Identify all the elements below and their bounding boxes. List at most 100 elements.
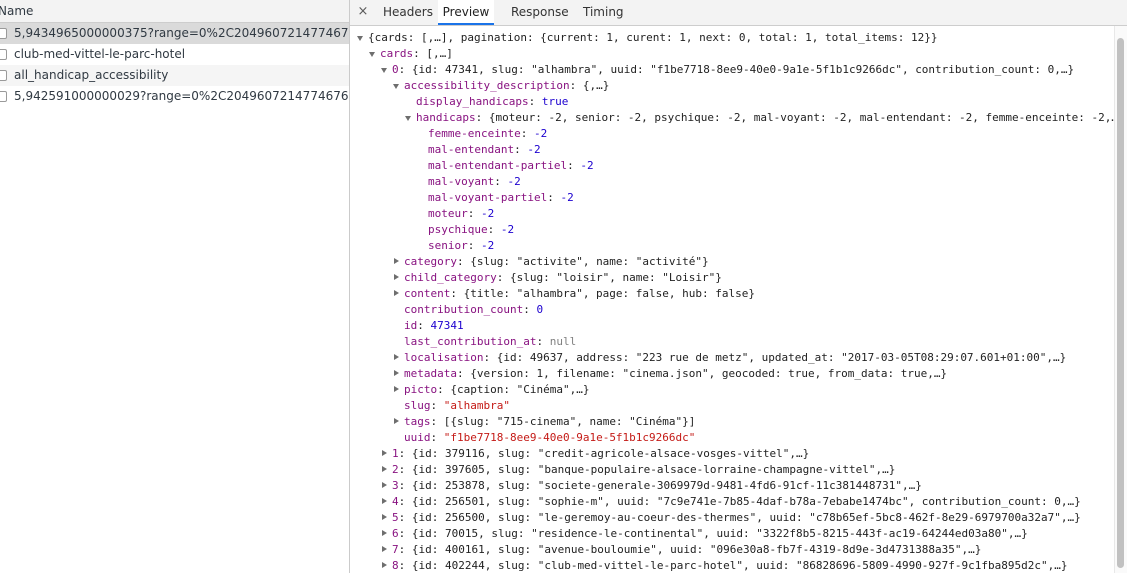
card-field-metadata[interactable]: metadata: {version: 1, filename: "cinema…	[350, 366, 1127, 382]
json-summary: {moteur: -2, senior: -2, psychique: -2, …	[488, 111, 1125, 124]
card-node[interactable]: 1: {id: 379116, slug: "credit-agricole-a…	[350, 446, 1127, 462]
handicap-line: psychique: -2	[350, 222, 1127, 238]
tree-line-content: content: {title: "alhambra", page: false…	[404, 286, 755, 302]
scrollbar-thumb[interactable]	[1117, 38, 1124, 568]
tree-line-content: 1: {id: 379116, slug: "credit-agricole-a…	[392, 446, 809, 462]
request-file-icon	[0, 28, 7, 39]
request-list: 5,9434965000000375?range=0%2C20496072147…	[0, 23, 349, 107]
token: :	[456, 367, 471, 380]
tab-response[interactable]: Response	[511, 0, 571, 25]
json-key: 7	[392, 543, 399, 556]
expanded-triangle-icon[interactable]	[381, 62, 389, 78]
collapsed-triangle-icon[interactable]	[381, 558, 389, 573]
card-0-node[interactable]: 0: {id: 47341, slug: "alhambra", uuid: "…	[350, 62, 1127, 78]
collapsed-triangle-icon[interactable]	[393, 414, 401, 430]
card-node[interactable]: 2: {id: 397605, slug: "banque-populaire-…	[350, 462, 1127, 478]
tree-line-content: tags: [{slug: "715-cinema", name: "Ciném…	[404, 414, 695, 430]
collapsed-triangle-icon[interactable]	[393, 382, 401, 398]
request-row[interactable]: all_handicap_accessibility	[0, 65, 349, 86]
tab-timing[interactable]: Timing	[583, 0, 628, 25]
json-summary: {id: 400161, slug: "avenue-bouloumie", u…	[411, 543, 982, 556]
card-field-category[interactable]: category: {slug: "activite", name: "acti…	[350, 254, 1127, 270]
tree-line-content: 2: {id: 397605, slug: "banque-populaire-…	[392, 462, 895, 478]
card-field-contribution_count: contribution_count: 0	[350, 302, 1127, 318]
json-summary: {caption: "Cinéma",…}	[450, 383, 590, 396]
json-key: cards	[380, 47, 414, 60]
collapsed-triangle-icon[interactable]	[381, 478, 389, 494]
card-field-localisation[interactable]: localisation: {id: 49637, address: "223 …	[350, 350, 1127, 366]
tab-headers[interactable]: Headers	[383, 0, 433, 25]
json-summary: {slug: "activite", name: "activité"}	[470, 255, 709, 268]
collapsed-triangle-icon[interactable]	[393, 254, 401, 270]
collapsed-triangle-icon[interactable]	[393, 286, 401, 302]
collapsed-triangle-icon[interactable]	[381, 510, 389, 526]
expanded-triangle-icon[interactable]	[405, 110, 413, 126]
card-node[interactable]: 8: {id: 402244, slug: "club-med-vittel-l…	[350, 558, 1127, 573]
token: :	[413, 47, 427, 60]
preview-scrollbar[interactable]	[1114, 26, 1127, 573]
card-field-picto[interactable]: picto: {caption: "Cinéma",…}	[350, 382, 1127, 398]
json-value: 0	[536, 303, 544, 316]
json-value: "f1be7718-8ee9-40e0-9a1e-5f1b1c9266dc"	[443, 431, 696, 444]
request-row[interactable]: 5,942591000000029?range=0%2C204960721477…	[0, 86, 349, 107]
request-row[interactable]: club-med-vittel-le-parc-hotel	[0, 44, 349, 65]
json-summary: {id: 397605, slug: "banque-populaire-als…	[411, 463, 896, 476]
tree-line-content: 0: {id: 47341, slug: "alhambra", uuid: "…	[392, 62, 1074, 78]
collapsed-triangle-icon[interactable]	[393, 270, 401, 286]
json-value: true	[541, 95, 569, 108]
card-field-uuid: uuid: "f1be7718-8ee9-40e0-9a1e-5f1b1c926…	[350, 430, 1127, 446]
tree-line-content: 4: {id: 256501, slug: "sophie-m", uuid: …	[392, 494, 1081, 510]
root-node[interactable]: {cards: [,…], pagination: {current: 1, c…	[350, 30, 1127, 46]
handicaps-node[interactable]: handicaps: {moteur: -2, senior: -2, psyc…	[350, 110, 1127, 126]
token: :	[467, 239, 481, 252]
json-value: -2	[533, 127, 548, 140]
token: :	[487, 223, 501, 236]
json-key: localisation	[404, 351, 484, 364]
tab-preview[interactable]: Preview	[438, 0, 494, 25]
collapsed-triangle-icon[interactable]	[393, 366, 401, 382]
collapsed-triangle-icon[interactable]	[381, 526, 389, 542]
json-key: tags	[404, 415, 431, 428]
expanded-triangle-icon[interactable]	[357, 30, 365, 46]
tree-line-content: cards: [,…]	[380, 46, 453, 62]
json-key: contribution_count	[404, 303, 524, 316]
card-node[interactable]: 3: {id: 253878, slug: "societe-generale-…	[350, 478, 1127, 494]
request-name: club-med-vittel-le-parc-hotel	[14, 47, 186, 61]
json-summary: {version: 1, filename: "cinema.json", ge…	[470, 367, 948, 380]
tree-line-content: psychique: -2	[428, 222, 514, 238]
collapsed-triangle-icon[interactable]	[381, 446, 389, 462]
card-field-content[interactable]: content: {title: "alhambra", page: false…	[350, 286, 1127, 302]
token: :	[496, 271, 510, 284]
handicap-line: mal-entendant-partiel: -2	[350, 158, 1127, 174]
request-row[interactable]: 5,9434965000000375?range=0%2C20496072147…	[0, 23, 349, 44]
token: :	[450, 287, 464, 300]
card-node[interactable]: 6: {id: 70015, slug: "residence-le-conti…	[350, 526, 1127, 542]
name-column-label: Name	[0, 4, 34, 18]
collapsed-triangle-icon[interactable]	[393, 350, 401, 366]
card-node[interactable]: 5: {id: 256500, slug: "le-geremoy-au-coe…	[350, 510, 1127, 526]
cards-node[interactable]: cards: [,…]	[350, 46, 1127, 62]
json-key: accessibility_description	[404, 79, 570, 92]
collapsed-triangle-icon[interactable]	[381, 542, 389, 558]
json-key: 8	[392, 559, 399, 572]
collapsed-triangle-icon[interactable]	[381, 462, 389, 478]
json-value: -2	[481, 239, 495, 252]
json-key: femme-enceinte	[428, 127, 521, 140]
json-key: uuid	[404, 431, 431, 444]
tree-line-content: mal-voyant: -2	[428, 174, 521, 190]
card-field-child_category[interactable]: child_category: {slug: "loisir", name: "…	[350, 270, 1127, 286]
expanded-triangle-icon[interactable]	[369, 46, 377, 62]
json-summary: [,…]	[426, 47, 453, 60]
expanded-triangle-icon[interactable]	[393, 78, 401, 94]
tree-line-content: slug: "alhambra"	[404, 398, 510, 414]
name-column-header[interactable]: Name	[0, 0, 349, 23]
card-node[interactable]: 7: {id: 400161, slug: "avenue-bouloumie"…	[350, 542, 1127, 558]
card-field-tags[interactable]: tags: [{slug: "715-cinema", name: "Ciném…	[350, 414, 1127, 430]
collapsed-triangle-icon[interactable]	[381, 494, 389, 510]
card-field-id: id: 47341	[350, 318, 1127, 334]
close-icon[interactable]: ×	[356, 4, 370, 20]
json-summary: {id: 70015, slug: "residence-le-continen…	[411, 527, 1028, 540]
accessibility-description-node[interactable]: accessibility_description: {,…}	[350, 78, 1127, 94]
card-node[interactable]: 4: {id: 256501, slug: "sophie-m", uuid: …	[350, 494, 1127, 510]
request-name: 5,9434965000000375?range=0%2C20496072147…	[14, 26, 349, 40]
